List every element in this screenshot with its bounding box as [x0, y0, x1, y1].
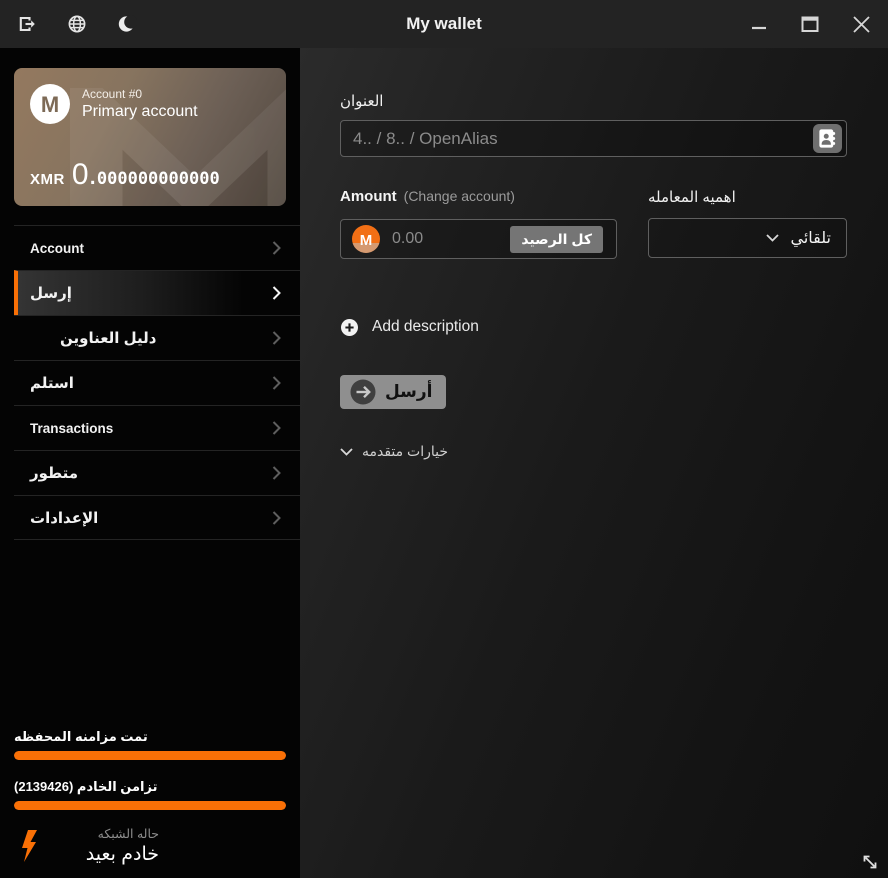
- address-book-button[interactable]: [813, 124, 842, 153]
- all-balance-button[interactable]: كل الرصيد: [510, 225, 603, 253]
- monero-coin-icon: M: [352, 225, 380, 253]
- sidebar-item-label: إرسل: [30, 285, 72, 302]
- wallet-sync-progress-fill: [14, 751, 286, 760]
- sidebar-item-label: دليل العناوين: [60, 330, 157, 347]
- network-status-title: حاله الشبكه: [97, 827, 159, 841]
- send-page: العنوان Amount (Change account) اهميه ال…: [300, 48, 888, 878]
- plus-circle-icon: [341, 318, 358, 336]
- sidebar-item-address-book[interactable]: دليل العناوين: [14, 315, 300, 360]
- account-index: Account #0: [82, 87, 143, 101]
- priority-label: اهميه المعامله: [648, 189, 736, 206]
- daemon-sync-progressbar: [14, 801, 286, 810]
- amount-label: Amount: [340, 188, 397, 205]
- sidebar-item-label: استلم: [30, 375, 74, 392]
- globe-icon[interactable]: [67, 14, 87, 34]
- sidebar-menu: Account إرسل دليل العناوين استلم Transac…: [0, 225, 300, 540]
- account-card[interactable]: M Account #0 Primary account XMR 0. 0000…: [14, 68, 286, 206]
- priority-dropdown[interactable]: تلقائي: [648, 218, 847, 258]
- daemon-sync-progress-fill: [14, 801, 286, 810]
- advanced-options-toggle[interactable]: خيارات متقدمه: [340, 443, 448, 460]
- arrow-right-circle-icon: [350, 379, 376, 405]
- lightning-bolt-icon: [22, 830, 37, 862]
- add-description-label: Add description: [372, 318, 479, 335]
- minimize-button[interactable]: [749, 14, 769, 34]
- address-label: العنوان: [340, 93, 384, 110]
- chevron-right-icon: [272, 331, 281, 345]
- balance-integer: 0.: [71, 158, 97, 191]
- network-status-value: خادم بعيد: [85, 844, 159, 865]
- account-name: Primary account: [82, 103, 198, 120]
- sidebar-item-send[interactable]: إرسل: [14, 270, 300, 315]
- account-balance: XMR 0. 000000000000: [30, 158, 270, 192]
- daemon-sync-label: تزامن الخادم (2139426): [14, 779, 158, 794]
- sidebar-status: تمت مزامنه المحفظه تزامن الخادم (2139426…: [14, 729, 286, 866]
- chevron-right-icon: [272, 376, 281, 390]
- monero-logo-icon: M: [30, 84, 70, 124]
- balance-currency: XMR: [30, 171, 65, 188]
- chevron-right-icon: [272, 510, 281, 525]
- send-button-label: أرسل: [385, 382, 433, 401]
- maximize-button[interactable]: [800, 14, 820, 34]
- amount-field: M كل الرصيد: [340, 219, 617, 259]
- change-account-link[interactable]: (Change account): [404, 188, 515, 204]
- window-controls: [749, 14, 888, 34]
- chevron-right-icon: [272, 241, 281, 255]
- sidebar-item-label: متطور: [30, 465, 79, 482]
- sidebar-item-settings[interactable]: الإعدادات: [14, 495, 300, 540]
- chevron-right-icon: [272, 466, 281, 480]
- wallet-sync-label: تمت مزامنه المحفظه: [14, 729, 148, 744]
- titlebar: My wallet: [0, 0, 888, 48]
- close-button[interactable]: [851, 14, 871, 34]
- sidebar-item-label: Transactions: [30, 420, 114, 436]
- chevron-down-icon: [340, 447, 353, 456]
- sidebar-item-transactions[interactable]: Transactions: [14, 405, 300, 450]
- sidebar-item-receive[interactable]: استلم: [14, 360, 300, 405]
- titlebar-left-icons: [0, 14, 137, 34]
- app-body: M Account #0 Primary account XMR 0. 0000…: [0, 48, 888, 878]
- balance-fraction: 000000000000: [96, 169, 220, 189]
- moon-icon[interactable]: [117, 14, 137, 34]
- advanced-options-label: خيارات متقدمه: [362, 443, 449, 459]
- address-input[interactable]: [341, 128, 813, 149]
- wallet-sync-progressbar: [14, 751, 286, 760]
- logout-icon[interactable]: [17, 14, 37, 34]
- sidebar-item-account[interactable]: Account: [14, 225, 300, 270]
- chevron-down-icon: [766, 234, 780, 242]
- priority-selected-value: تلقائي: [790, 230, 831, 247]
- chevron-right-icon: [272, 421, 281, 435]
- chevron-right-icon: [272, 286, 281, 300]
- resize-handle-icon[interactable]: [861, 853, 879, 871]
- sidebar-item-label: الإعدادات: [30, 509, 99, 527]
- svg-text:M: M: [41, 92, 59, 117]
- sidebar-item-advanced[interactable]: متطور: [14, 450, 300, 495]
- send-button[interactable]: أرسل: [340, 375, 446, 409]
- sidebar-item-label: Account: [30, 240, 84, 256]
- contact-book-icon: [819, 129, 836, 148]
- svg-text:M: M: [360, 232, 373, 249]
- network-status[interactable]: حاله الشبكه خادم بعيد: [14, 826, 286, 866]
- address-field: [340, 120, 847, 157]
- amount-input[interactable]: [380, 230, 511, 248]
- sidebar: M Account #0 Primary account XMR 0. 0000…: [0, 48, 300, 878]
- add-description-button[interactable]: Add description: [341, 318, 479, 336]
